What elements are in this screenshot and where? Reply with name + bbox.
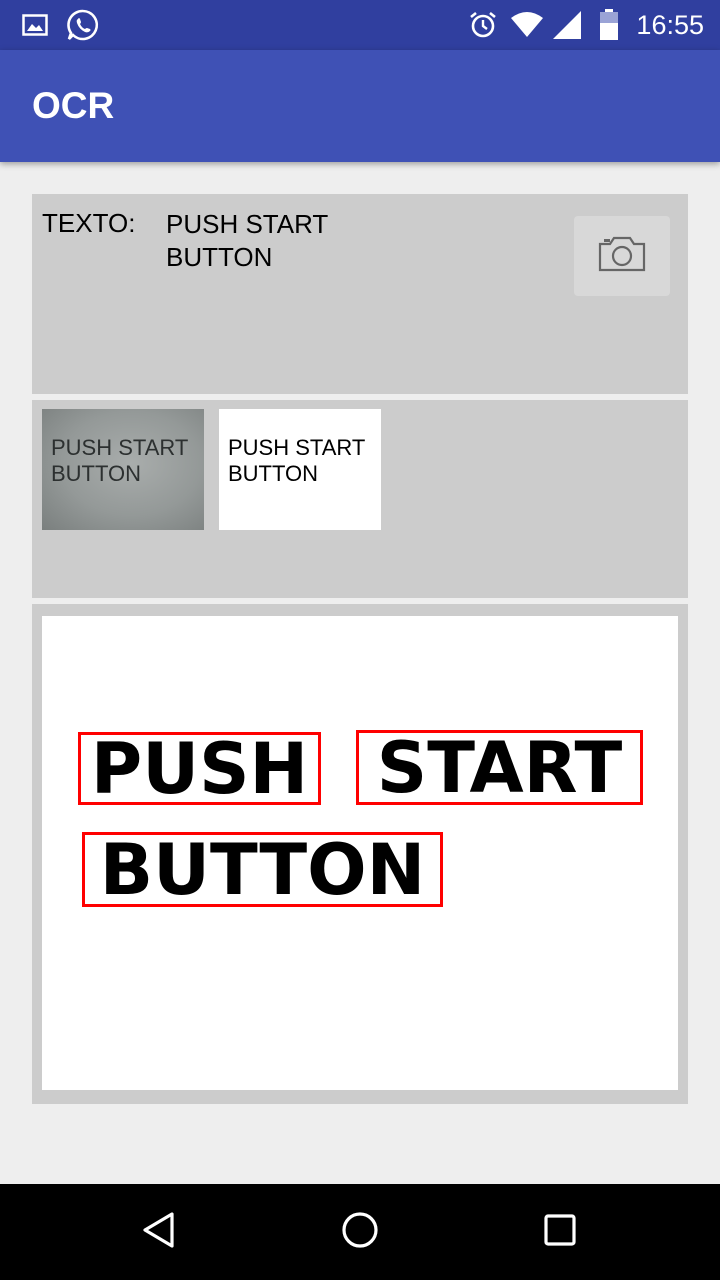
- original-thumb-line1: PUSH START: [51, 435, 189, 460]
- word-push: PUSH: [90, 732, 309, 805]
- back-icon: [140, 1210, 180, 1255]
- original-thumb-line2: BUTTON: [51, 461, 142, 486]
- app-bar: OCR: [0, 50, 720, 162]
- camera-button[interactable]: [574, 216, 670, 296]
- camera-icon: [596, 234, 648, 279]
- app-title: OCR: [32, 85, 115, 126]
- recognized-text-line1: PUSH START: [166, 209, 329, 239]
- recognized-text: PUSH START BUTTON: [166, 208, 366, 274]
- recents-button[interactable]: [512, 1184, 608, 1280]
- battery-icon: [598, 0, 620, 50]
- word-button: BUTTON: [99, 832, 426, 907]
- status-bar: 16:55: [0, 0, 720, 50]
- home-icon: [340, 1210, 380, 1255]
- thumbnails-panel: PUSH START BUTTON PUSH START BUTTON: [32, 400, 688, 598]
- processed-thumb-line2: BUTTON: [228, 461, 319, 486]
- detection-result-image: PUSH START BUTTON: [42, 616, 678, 1090]
- recognized-text-line2: BUTTON: [166, 242, 273, 272]
- text-panel: TEXTO: PUSH START BUTTON: [32, 194, 688, 394]
- alarm-icon: [468, 0, 498, 50]
- word-box-start: START: [356, 730, 643, 805]
- gallery-icon: [22, 0, 48, 50]
- recents-icon: [540, 1210, 580, 1255]
- word-box-button: BUTTON: [82, 832, 443, 907]
- status-time: 16:55: [636, 10, 704, 40]
- wifi-icon: [510, 0, 544, 50]
- signal-icon: [552, 0, 582, 50]
- result-panel: PUSH START BUTTON: [32, 604, 688, 1104]
- processed-thumb-line1: PUSH START: [228, 435, 366, 460]
- navigation-bar: [0, 1184, 720, 1280]
- processed-image-thumbnail[interactable]: PUSH START BUTTON: [219, 409, 381, 530]
- original-image-thumbnail[interactable]: PUSH START BUTTON: [42, 409, 204, 530]
- home-button[interactable]: [312, 1184, 408, 1280]
- back-button[interactable]: [112, 1184, 208, 1280]
- texto-label: TEXTO:: [42, 208, 136, 238]
- word-box-push: PUSH: [78, 732, 321, 805]
- word-start: START: [376, 730, 623, 805]
- whatsapp-icon: [66, 0, 100, 50]
